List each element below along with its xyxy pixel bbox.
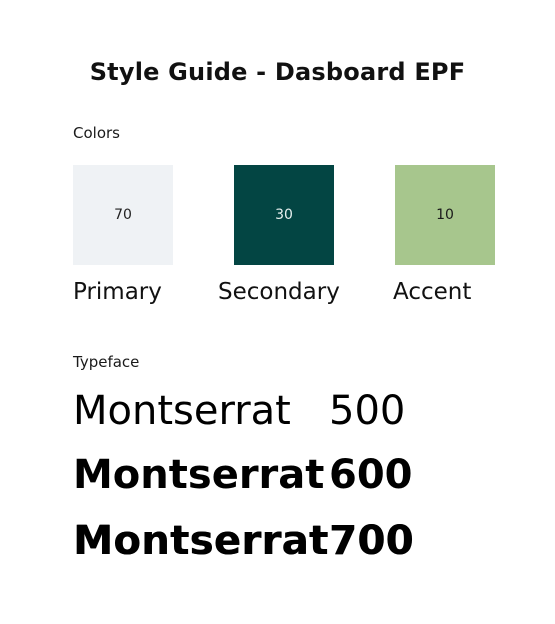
- swatch-secondary-value: 30: [275, 207, 293, 223]
- swatch-secondary-name: Secondary: [218, 279, 340, 305]
- swatch-primary-name: Primary: [73, 279, 162, 305]
- swatch-accent: 10: [395, 165, 495, 265]
- typeface-sample-weight: 600: [329, 452, 413, 498]
- swatch-accent-value: 10: [436, 207, 454, 223]
- swatch-primary: 70: [73, 165, 173, 265]
- page-title: Style Guide - Dasboard EPF: [89, 58, 466, 86]
- typeface-sample-name: Montserrat: [73, 452, 325, 498]
- colors-section-label: Colors: [73, 124, 120, 142]
- typeface-sample-weight: 700: [329, 518, 414, 564]
- style-guide-page: Style Guide - Dasboard EPF Colors 70 30 …: [0, 0, 555, 624]
- typeface-sample-name: Montserrat: [73, 388, 291, 434]
- swatch-secondary: 30: [234, 165, 334, 265]
- swatch-accent-name: Accent: [393, 279, 472, 305]
- typeface-section-label: Typeface: [73, 353, 140, 371]
- typeface-sample-name: Montserrat: [73, 518, 329, 564]
- typeface-sample-weight: 500: [329, 388, 406, 434]
- swatch-primary-value: 70: [114, 207, 132, 223]
